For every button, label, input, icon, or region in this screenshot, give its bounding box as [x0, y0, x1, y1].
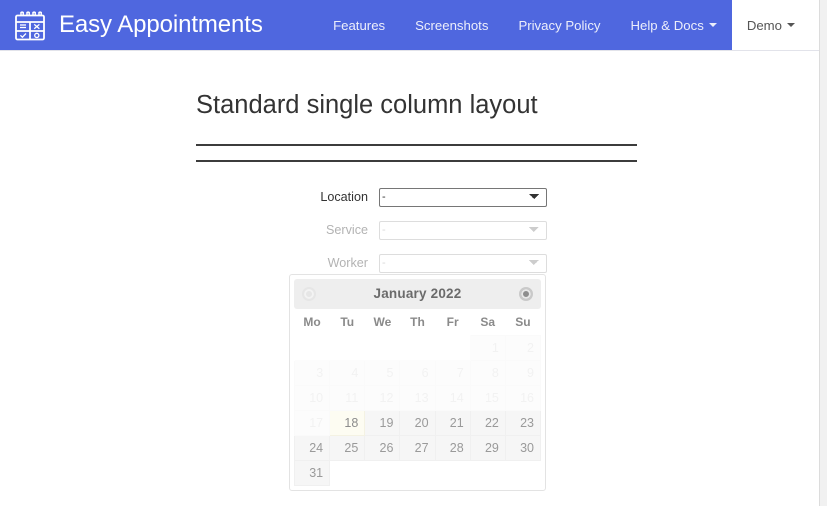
- calendar-day-16: 16: [504, 384, 542, 411]
- nav-item-privacy-policy[interactable]: Privacy Policy: [503, 0, 615, 50]
- calendar-day-20[interactable]: 20: [399, 409, 436, 436]
- calendar-day-empty: [399, 335, 436, 360]
- calendar-day-9: 9: [504, 359, 542, 386]
- form-row-location: Location -: [0, 187, 827, 207]
- weekday-tu: Tu: [340, 314, 355, 329]
- calendar-day-empty: [470, 460, 506, 485]
- circle-right-arrow-icon[interactable]: [519, 287, 533, 301]
- calendar-day-6: 6: [399, 359, 436, 386]
- calendar-day-28[interactable]: 28: [434, 434, 471, 461]
- brand-link[interactable]: Easy Appointments: [0, 0, 263, 50]
- chevron-down-icon: [787, 23, 795, 27]
- weekday-sa: Sa: [480, 314, 496, 329]
- calendar-day-1: 1: [469, 334, 506, 361]
- select-location[interactable]: -: [379, 187, 547, 207]
- calendar-week-row: 24 25 26 27 28 29 30: [293, 434, 542, 461]
- calendar-week-row: 31: [293, 459, 541, 486]
- nav-label-demo: Demo: [746, 17, 782, 33]
- calendar-day-10: 10: [293, 384, 331, 411]
- calendar-day-14: 14: [434, 384, 471, 411]
- calendar-day-4: 4: [329, 359, 366, 386]
- calendar-day-26[interactable]: 26: [364, 434, 401, 461]
- nav-item-help-and-docs[interactable]: Help & Docs: [616, 0, 732, 50]
- label-service: Service: [326, 222, 368, 237]
- calendar-day-25[interactable]: 25: [329, 434, 366, 461]
- weekday-mo: Mo: [303, 314, 321, 329]
- calendar-day-7: 7: [434, 359, 471, 386]
- divider-bottom: [196, 159, 637, 162]
- calendar-week-row: 3456789: [293, 359, 542, 386]
- calendar-day-13: 13: [399, 384, 436, 411]
- main-content: Standard single column layout Location -…: [0, 51, 827, 491]
- select-worker[interactable]: -: [379, 253, 547, 273]
- calendar-day-3: 3: [293, 359, 331, 386]
- divider-top: [196, 143, 637, 146]
- calendar-body: 1 2 3 4 5 6 7 8 9 10 11 12 13 14 15 16 17 18 19 20 21 22 23 24 2…: [293, 334, 542, 486]
- form-row-worker: Worker -: [0, 253, 827, 273]
- form-row-service: Service -: [0, 220, 827, 240]
- chevron-down-icon: [708, 23, 717, 27]
- calendar-day-21[interactable]: 21: [434, 409, 471, 436]
- calendar-day-8: 8: [469, 359, 506, 386]
- calendar-day-empty: [329, 335, 365, 360]
- select-service[interactable]: -: [379, 220, 547, 240]
- calendar-grid-icon: [12, 7, 48, 43]
- weekday-th: Th: [410, 314, 425, 329]
- calendar-day-15: 15: [469, 384, 506, 411]
- nav-label-help-and-docs: Help & Docs: [630, 17, 704, 33]
- calendar-day-18[interactable]: 18: [329, 409, 366, 436]
- label-worker: Worker: [327, 255, 368, 270]
- calendar-day-29[interactable]: 29: [469, 434, 506, 461]
- weekday-we: We: [373, 314, 392, 329]
- calendar-header: January 2022: [294, 279, 541, 309]
- nav-label-features: Features: [333, 17, 386, 33]
- calendar-day-11: 11: [329, 384, 366, 411]
- calendar-day-30[interactable]: 30: [504, 434, 542, 461]
- calendar-grid: Mo Tu We Th Fr Sa Su 1 2 3 4 5 6 7 8 9 10 11 12 13 14…: [293, 309, 542, 486]
- weekday-su: Su: [515, 314, 531, 329]
- calendar-day-22[interactable]: 22: [469, 409, 506, 436]
- calendar-week-row: 10 11 12 13 14 15 16: [293, 384, 542, 411]
- calendar-day-5: 5: [364, 359, 401, 386]
- calendar-day-24[interactable]: 24: [293, 434, 331, 461]
- calendar-day-23[interactable]: 23: [504, 409, 542, 436]
- nav-item-demo[interactable]: Demo: [731, 0, 827, 50]
- calendar-week-row: 17 18 19 20 21 22 23: [293, 409, 542, 436]
- calendar-week-row: 12: [294, 334, 542, 361]
- page-root: Easy Appointments Features Screenshots P…: [0, 0, 827, 506]
- title-divider-group: [196, 143, 637, 162]
- calendar-weekday-row: Mo Tu We Th Fr Sa Su: [295, 309, 541, 335]
- calendar-day-27[interactable]: 27: [399, 434, 436, 461]
- calendar-day-12: 12: [364, 384, 401, 411]
- calendar-day-empty: [435, 335, 471, 360]
- vertical-scrollbar[interactable]: [819, 0, 827, 506]
- calendar-day-empty: [399, 460, 436, 485]
- calendar-day-2: 2: [504, 334, 542, 361]
- calendar-day-empty: [505, 460, 541, 485]
- calendar-day-19[interactable]: 19: [364, 409, 401, 436]
- top-navbar: Easy Appointments Features Screenshots P…: [0, 0, 827, 51]
- date-picker-calendar: January 2022 Mo Tu We Th Fr Sa Su 123456…: [289, 274, 546, 491]
- calendar-day-17: 17: [293, 409, 331, 436]
- calendar-day-empty: [435, 460, 471, 485]
- calendar-day-empty: [364, 460, 400, 485]
- nav-links: Features Screenshots Privacy Policy Help…: [318, 0, 827, 50]
- circle-left-arrow-icon[interactable]: [302, 287, 316, 301]
- calendar-day-empty: [294, 335, 330, 360]
- nav-label-privacy-policy: Privacy Policy: [518, 17, 601, 33]
- calendar-day-31[interactable]: 31: [293, 459, 331, 486]
- brand-title: Easy Appointments: [59, 11, 263, 38]
- page-title: Standard single column layout: [196, 91, 538, 119]
- nav-item-features[interactable]: Features: [318, 0, 400, 50]
- booking-form: Location - Service - Worker -: [0, 187, 827, 273]
- calendar-day-empty: [329, 460, 365, 485]
- nav-item-screenshots[interactable]: Screenshots: [400, 0, 503, 50]
- calendar-month-title: January 2022: [373, 286, 462, 302]
- weekday-fr: Fr: [446, 314, 459, 329]
- nav-label-screenshots: Screenshots: [415, 17, 489, 33]
- calendar-day-empty: [364, 335, 400, 360]
- label-location: Location: [320, 189, 368, 204]
